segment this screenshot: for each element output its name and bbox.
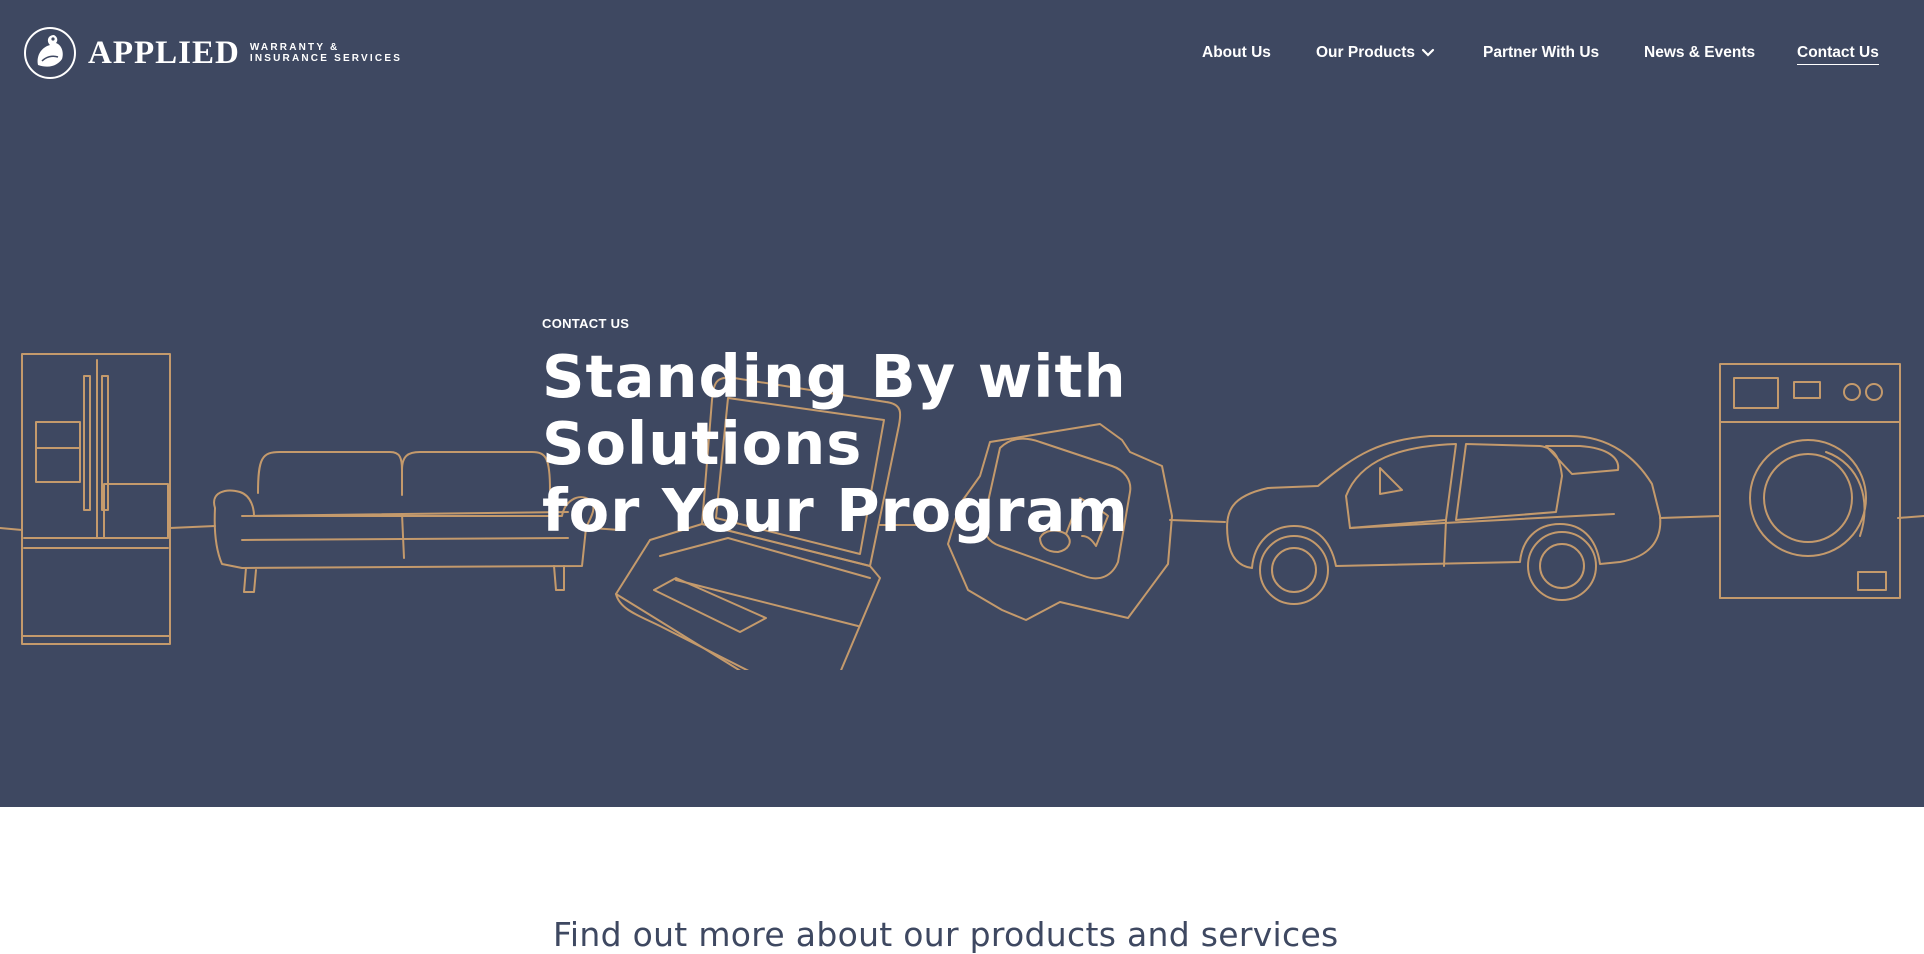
site-logo[interactable]: APPLIED WARRANTY & INSURANCE SERVICES: [22, 22, 402, 84]
section-heading: Find out more about our products and ser…: [553, 915, 1339, 954]
hero-headline-line2: for Your Program: [542, 476, 1129, 545]
nav-our-products-label: Our Products: [1316, 44, 1416, 61]
nav-about-us[interactable]: About Us: [1202, 44, 1271, 62]
hero-eyebrow: CONTACT US: [542, 316, 630, 331]
hero-headline-line1: Standing By with Solutions: [542, 342, 1127, 478]
nav-partner-with-us-label: Partner With Us: [1483, 44, 1600, 61]
sofa-icon: [213, 451, 595, 593]
header: APPLIED WARRANTY & INSURANCE SERVICES Ab…: [0, 0, 1924, 112]
products-intro-section: Find out more about our products and ser…: [0, 807, 1924, 954]
refrigerator-icon: [21, 353, 171, 645]
nav-partner-with-us[interactable]: Partner With Us: [1483, 44, 1599, 62]
logo-tagline-line1: WARRANTY &: [249, 42, 340, 53]
hero-headline: Standing By with Solutions for Your Prog…: [542, 343, 1442, 544]
hero-content: CONTACT US Standing By with Solutions fo…: [542, 316, 1442, 544]
washing-machine-icon: [1719, 363, 1901, 599]
logo-tagline-line2: INSURANCE SERVICES: [249, 53, 403, 64]
eagle-globe-logo-icon: [24, 27, 76, 79]
nav-about-us-label: About Us: [1202, 44, 1271, 61]
nav-contact-us-label: Contact Us: [1797, 44, 1879, 61]
main-nav: About Us Our Products Partner With Us Ne…: [1190, 44, 1890, 72]
hero-section: APPLIED WARRANTY & INSURANCE SERVICES Ab…: [0, 0, 1924, 807]
chevron-down-icon: [1421, 48, 1435, 57]
logo-wordmark: APPLIED: [88, 34, 240, 71]
nav-news-events-label: News & Events: [1644, 44, 1756, 61]
nav-contact-us[interactable]: Contact Us: [1797, 44, 1879, 65]
nav-news-events[interactable]: News & Events: [1644, 44, 1755, 62]
nav-our-products[interactable]: Our Products: [1316, 44, 1435, 62]
logo-tagline: WARRANTY & INSURANCE SERVICES: [250, 42, 402, 64]
